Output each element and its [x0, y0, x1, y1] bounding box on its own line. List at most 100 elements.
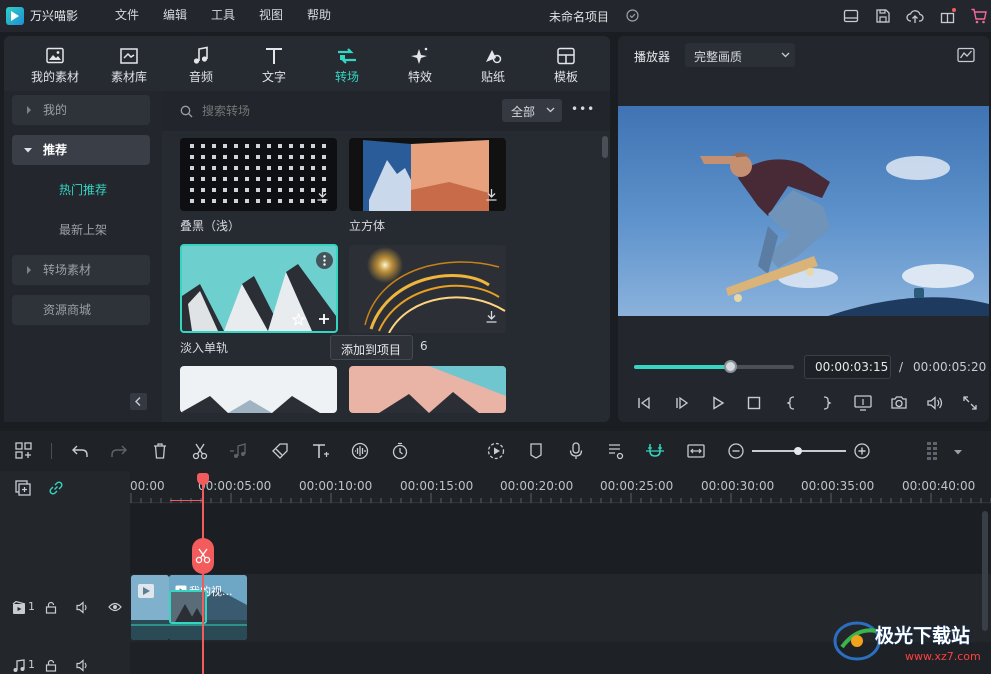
mark-in-icon[interactable]: [784, 395, 800, 411]
audio-mixer-icon[interactable]: [606, 441, 626, 461]
add-track-icon[interactable]: [14, 479, 32, 497]
download-icon[interactable]: [485, 188, 498, 201]
eye-icon[interactable]: [108, 602, 122, 612]
sidebar-item-resource-store[interactable]: 资源商城: [12, 295, 150, 325]
transition-thumb-cube[interactable]: [349, 138, 506, 211]
ruler-label: 00:00:30:00: [701, 479, 775, 493]
scope-icon[interactable]: [957, 47, 975, 63]
delete-trash-icon[interactable]: [150, 441, 170, 461]
current-time-box[interactable]: 00:00:03:15: [804, 355, 891, 379]
microphone-icon[interactable]: [566, 441, 586, 461]
sidebar-subitem-hot[interactable]: 热门推荐: [4, 175, 162, 205]
lock-icon[interactable]: [45, 601, 57, 614]
tab-text[interactable]: 文字: [237, 36, 311, 90]
zoom-in-icon[interactable]: [852, 441, 872, 461]
player-label: 播放器: [634, 50, 671, 64]
favorite-star-icon[interactable]: [292, 313, 305, 326]
tab-stock-library[interactable]: 素材库: [92, 36, 166, 90]
tab-transitions[interactable]: 转场: [310, 36, 384, 90]
play-icon[interactable]: [710, 395, 726, 411]
transition-icon: [336, 46, 358, 66]
track-height-icon[interactable]: [924, 441, 944, 461]
video-clip[interactable]: [131, 575, 169, 640]
progress-knob[interactable]: [724, 360, 737, 373]
cut-scissors-icon[interactable]: [190, 441, 210, 461]
tab-effects[interactable]: 特效: [383, 36, 457, 90]
gift-icon[interactable]: [939, 7, 957, 25]
menu-edit[interactable]: 编辑: [163, 0, 187, 32]
previous-frame-icon[interactable]: [636, 395, 652, 411]
track-area-empty: [130, 504, 991, 574]
chevron-down-icon[interactable]: [954, 449, 962, 455]
playhead-line[interactable]: [202, 483, 204, 674]
collapse-sidebar-button[interactable]: [130, 393, 147, 410]
tag-icon[interactable]: [270, 441, 290, 461]
search-input[interactable]: [202, 100, 482, 122]
render-preview-icon[interactable]: [486, 441, 506, 461]
tab-my-media[interactable]: 我的素材: [18, 36, 92, 90]
fit-timeline-icon[interactable]: [686, 441, 706, 461]
transition-thumb-fade-single-track[interactable]: [180, 244, 338, 333]
project-title: 未命名项目: [549, 10, 610, 24]
chevron-down-icon: [24, 147, 32, 153]
lock-icon[interactable]: [45, 659, 57, 672]
menu-tools[interactable]: 工具: [211, 0, 235, 32]
display-settings-icon[interactable]: [854, 394, 872, 411]
sidebar-item-recommended[interactable]: 推荐: [12, 135, 150, 165]
zoom-slider-knob[interactable]: [794, 447, 802, 455]
tab-label: 贴纸: [480, 70, 505, 84]
more-options-button[interactable]: •••: [571, 102, 595, 116]
download-icon[interactable]: [316, 188, 329, 201]
tab-audio[interactable]: 音频: [164, 36, 238, 90]
transition-thumb-dip-to-black[interactable]: [180, 138, 337, 211]
download-icon[interactable]: [485, 310, 498, 323]
grid-scrollbar[interactable]: [602, 136, 608, 158]
mark-out-icon[interactable]: [818, 395, 834, 411]
layout-icon[interactable]: [843, 8, 859, 24]
layout-grid-icon[interactable]: [14, 441, 34, 461]
audio-wave-icon[interactable]: [350, 441, 370, 461]
transition-thumb-6[interactable]: [349, 366, 506, 413]
text-tool-icon[interactable]: [310, 441, 330, 461]
video-preview[interactable]: [618, 106, 989, 316]
timer-icon[interactable]: [390, 441, 410, 461]
link-icon[interactable]: [47, 479, 65, 497]
timeline-scrollbar[interactable]: [982, 511, 988, 631]
roof-image: [379, 366, 506, 413]
transition-thumb-5[interactable]: [180, 366, 337, 413]
transition-thumb-flash6[interactable]: [349, 245, 506, 333]
menu-help[interactable]: 帮助: [307, 0, 331, 32]
cart-icon[interactable]: [970, 7, 988, 25]
fullscreen-icon[interactable]: [962, 395, 978, 411]
volume-icon[interactable]: [926, 395, 944, 411]
tab-stickers[interactable]: 贴纸: [456, 36, 530, 90]
undo-icon[interactable]: [70, 441, 90, 461]
cube-preview-image: [363, 140, 489, 211]
volume-icon[interactable]: [76, 601, 90, 614]
progress-track[interactable]: [634, 360, 794, 373]
menu-view[interactable]: 视图: [259, 0, 283, 32]
snapshot-camera-icon[interactable]: [890, 394, 908, 411]
split-button[interactable]: [192, 538, 214, 574]
tab-label: 模板: [553, 70, 578, 84]
add-icon[interactable]: [318, 313, 330, 325]
play-reverse-icon[interactable]: [674, 395, 690, 411]
snap-magnet-icon[interactable]: [645, 441, 665, 461]
redo-icon[interactable]: [109, 441, 129, 461]
more-menu-icon[interactable]: [316, 252, 333, 269]
total-time: 00:00:05:20: [913, 360, 987, 374]
sidebar-item-mine[interactable]: 我的: [12, 95, 150, 125]
menu-file[interactable]: 文件: [115, 0, 139, 32]
sidebar-subitem-latest[interactable]: 最新上架: [4, 215, 162, 245]
audio-detach-icon[interactable]: [229, 441, 249, 461]
filter-dropdown[interactable]: 全部: [502, 99, 562, 122]
marker-icon[interactable]: [526, 441, 546, 461]
sidebar-item-transition-assets[interactable]: 转场素材: [12, 255, 150, 285]
quality-dropdown[interactable]: 完整画质: [685, 43, 795, 67]
zoom-out-icon[interactable]: [726, 441, 746, 461]
stop-icon[interactable]: [746, 395, 762, 411]
save-icon[interactable]: [875, 8, 891, 24]
cloud-upload-icon[interactable]: [906, 7, 924, 25]
tab-templates[interactable]: 模板: [529, 36, 603, 90]
volume-icon[interactable]: [76, 659, 90, 672]
